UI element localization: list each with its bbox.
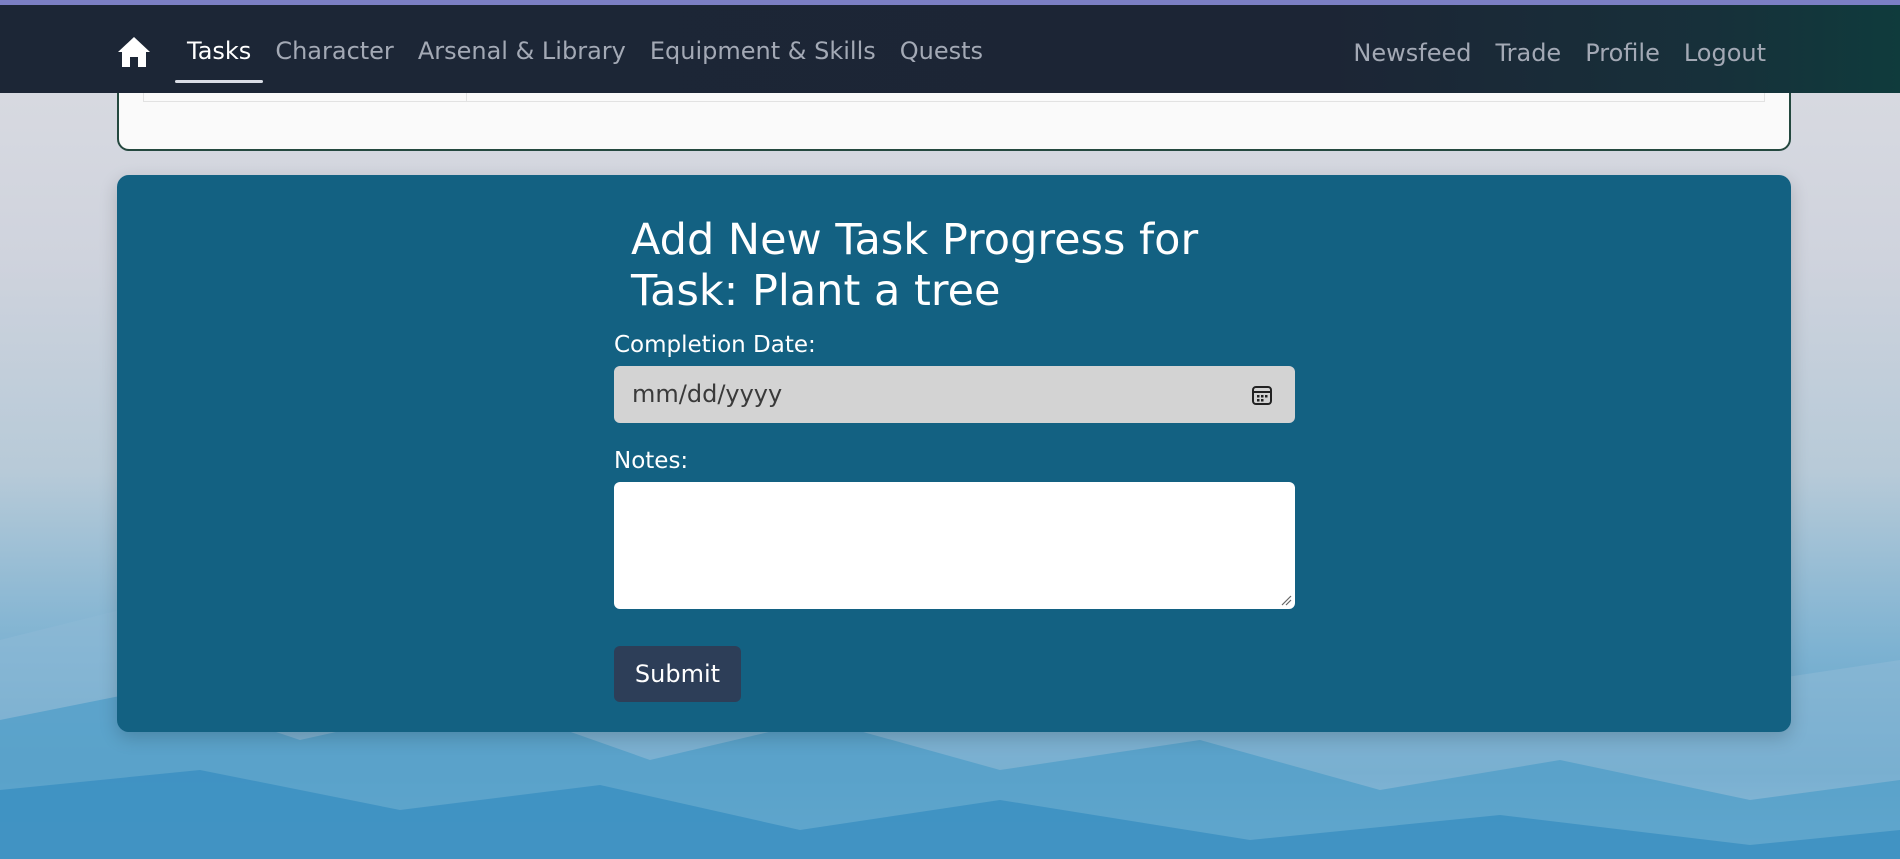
user-nav: Newsfeed Trade Profile Logout: [1341, 35, 1778, 85]
nav-tasks[interactable]: Tasks: [175, 33, 264, 83]
nav-newsfeed[interactable]: Newsfeed: [1341, 35, 1483, 85]
nav-character[interactable]: Character: [263, 33, 406, 83]
main-nav: Tasks Character Arsenal & Library Equipm…: [175, 33, 995, 87]
submit-button[interactable]: Submit: [614, 646, 741, 702]
top-navbar: Tasks Character Arsenal & Library Equipm…: [0, 0, 1900, 93]
nav-quests[interactable]: Quests: [888, 33, 995, 83]
calendar-icon[interactable]: [1251, 384, 1273, 406]
completion-date-input[interactable]: mm/dd/yyyy: [614, 366, 1295, 423]
nav-logout[interactable]: Logout: [1672, 35, 1778, 85]
home-icon[interactable]: [116, 35, 152, 69]
date-placeholder: mm/dd/yyyy: [632, 380, 783, 408]
notes-label: Notes:: [614, 448, 689, 474]
task-progress-form: Add New Task Progress for Task: Plant a …: [117, 175, 1791, 732]
completion-date-label: Completion Date:: [614, 332, 816, 358]
nav-equipment-skills[interactable]: Equipment & Skills: [638, 33, 888, 83]
resize-handle-icon[interactable]: [1280, 594, 1292, 606]
nav-profile[interactable]: Profile: [1573, 35, 1672, 85]
notes-textarea[interactable]: [614, 482, 1295, 609]
nav-trade[interactable]: Trade: [1483, 35, 1573, 85]
form-title: Add New Task Progress for Task: Plant a …: [631, 215, 1199, 316]
nav-arsenal-library[interactable]: Arsenal & Library: [406, 33, 638, 83]
